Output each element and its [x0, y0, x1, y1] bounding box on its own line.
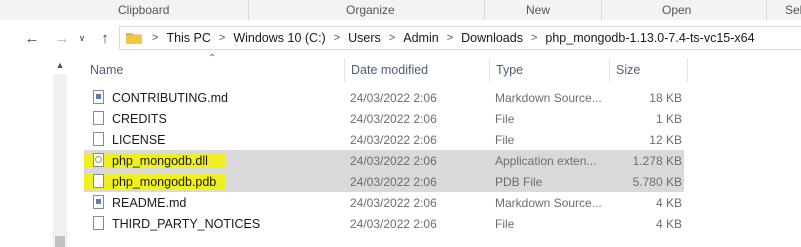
column-header-date-modified[interactable]: Date modified [351, 58, 488, 82]
breadcrumb-downloads[interactable]: Downloads [457, 31, 527, 45]
navigation-bar: ← → ∨ ↑ > This PC > Windows 10 (C:) > Us… [0, 20, 801, 56]
ribbon-group-organize: Organize [346, 3, 395, 17]
arrow-up-icon: ↑ [101, 29, 109, 47]
file-icon [93, 174, 104, 188]
file-row[interactable]: php_mongodb.pdb 24/03/2022 2:06 PDB File 5.… [84, 171, 684, 192]
breadcrumb-separator[interactable]: > [385, 32, 399, 44]
file-row[interactable]: CREDITS 24/03/2022 2:06 File 1 KB [84, 108, 684, 129]
file-row[interactable]: README.md 24/03/2022 2:06 Markdown Source.… [84, 192, 684, 213]
scroll-up-button[interactable]: ▲ [53, 58, 67, 72]
file-name: CREDITS [112, 111, 167, 126]
markdown-file-icon [93, 90, 104, 104]
breadcrumb-separator: > [152, 32, 159, 44]
file-row[interactable]: CONTRIBUTING.md 24/03/2022 2:06 Markdown S… [84, 87, 684, 108]
breadcrumb: > This PC > Windows 10 (C:) > Users > Ad… [148, 31, 759, 45]
file-size: 4 KB [655, 195, 682, 210]
ribbon-group-open: Open [662, 3, 692, 17]
file-type: PDB File [495, 174, 543, 189]
file-size: 4 KB [655, 216, 682, 231]
file-date-modified: 24/03/2022 2:06 [350, 174, 437, 189]
ribbon-divider [601, 0, 602, 20]
file-date-modified: 24/03/2022 2:06 [350, 90, 437, 105]
file-date-modified: 24/03/2022 2:06 [350, 132, 437, 147]
file-type: Application exten... [495, 153, 597, 168]
file-date-modified: 24/03/2022 2:06 [350, 153, 437, 168]
address-bar[interactable]: > This PC > Windows 10 (C:) > Users > Ad… [119, 26, 801, 50]
ribbon-divider [248, 0, 249, 20]
navigation-pane: ▲ [0, 56, 72, 247]
file-name: THIRD_PARTY_NOTICES [112, 216, 261, 231]
dll-file-icon [93, 153, 104, 167]
column-header-name[interactable]: Name [90, 58, 344, 82]
file-date-modified: 24/03/2022 2:06 [350, 111, 437, 126]
breadcrumb-drive[interactable]: Windows 10 (C:) [229, 31, 329, 45]
file-name: php_mongodb.dll [112, 153, 208, 168]
markdown-file-icon [93, 195, 104, 209]
file-row[interactable]: LICENSE 24/03/2022 2:06 File 12 KB [84, 129, 684, 150]
file-icon [93, 216, 104, 230]
file-type: Markdown Source... [495, 195, 602, 210]
ribbon-group-clipboard: Clipboard [118, 3, 170, 17]
scrollbar-track[interactable] [53, 74, 67, 247]
recent-locations-button[interactable]: ∨ [72, 28, 92, 48]
breadcrumb-separator[interactable]: > [527, 32, 541, 44]
ribbon-divider [484, 0, 485, 20]
column-divider[interactable] [489, 58, 490, 82]
file-size: 1 KB [655, 111, 682, 126]
breadcrumb-separator[interactable]: > [215, 32, 229, 44]
breadcrumb-separator[interactable]: > [330, 32, 344, 44]
file-icon [93, 111, 104, 125]
file-date-modified: 24/03/2022 2:06 [350, 195, 437, 210]
file-row[interactable]: THIRD_PARTY_NOTICES 24/03/2022 2:06 File 4 … [84, 213, 684, 234]
file-size: 1.278 KB [632, 153, 682, 168]
back-button[interactable]: ← [22, 28, 42, 48]
chevron-down-icon: ∨ [78, 32, 86, 43]
column-divider[interactable] [344, 58, 345, 82]
breadcrumb-admin[interactable]: Admin [399, 31, 442, 45]
file-size: 5.780 KB [632, 174, 682, 189]
file-name: php_mongodb.pdb [112, 174, 217, 189]
file-type: File [495, 111, 515, 126]
column-divider[interactable] [687, 58, 688, 82]
file-type: Markdown Source... [495, 90, 602, 105]
breadcrumb-users[interactable]: Users [344, 31, 385, 45]
file-name: README.md [112, 195, 187, 210]
file-name: LICENSE [112, 132, 166, 147]
file-date-modified: 24/03/2022 2:06 [350, 216, 437, 231]
file-type: File [495, 216, 515, 231]
ribbon-group-new: New [526, 3, 551, 17]
breadcrumb-this-pc[interactable]: This PC [162, 31, 214, 45]
breadcrumb-separator[interactable]: > [443, 32, 457, 44]
folder-icon [126, 33, 142, 44]
column-divider[interactable] [609, 58, 610, 82]
column-header-type[interactable]: Type [496, 58, 608, 82]
breadcrumb-current-folder[interactable]: php_mongodb-1.13.0-7.4-ts-vc15-x64 [541, 31, 758, 45]
file-size: 12 KB [649, 132, 682, 147]
ribbon-group-labels: Clipboard Organize New Open Sel [0, 0, 801, 21]
ribbon-group-select: Sel [785, 3, 801, 17]
file-type: File [495, 132, 515, 147]
file-row[interactable]: php_mongodb.dll 24/03/2022 2:06 Applicatio… [84, 150, 684, 171]
file-size: 18 KB [649, 90, 682, 105]
forward-button[interactable]: → [52, 28, 72, 48]
file-name: CONTRIBUTING.md [112, 90, 228, 105]
column-header-size[interactable]: Size [616, 58, 686, 82]
file-icon [93, 132, 104, 146]
ribbon-divider [766, 0, 767, 20]
arrow-right-icon: → [54, 29, 70, 47]
up-button[interactable]: ↑ [95, 28, 115, 48]
scrollbar-thumb[interactable] [55, 236, 65, 247]
caret-up-icon: ▲ [55, 60, 65, 70]
arrow-left-icon: ← [24, 29, 40, 47]
